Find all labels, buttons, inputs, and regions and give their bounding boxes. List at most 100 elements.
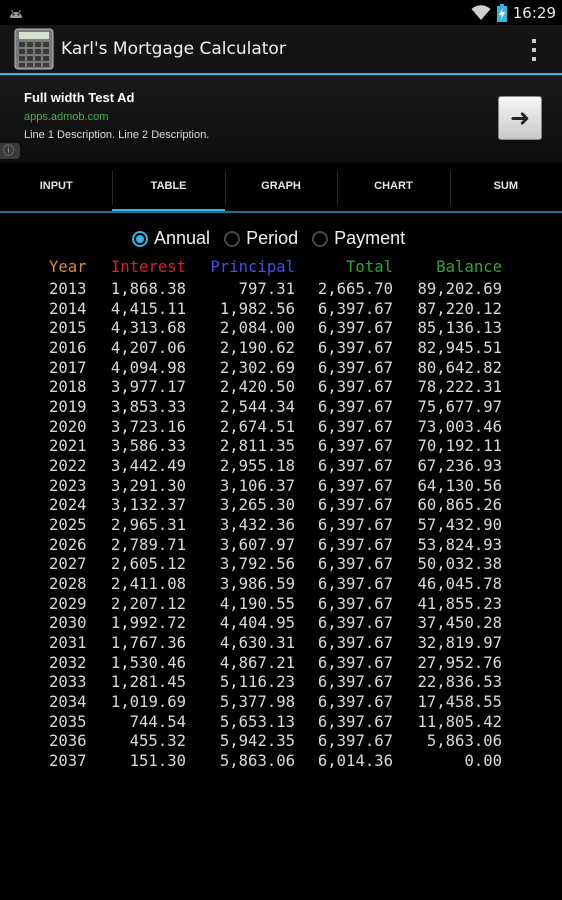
- tab-graph[interactable]: GRAPH: [224, 163, 337, 213]
- cell-interest: 3,723.16: [110, 417, 186, 436]
- wifi-icon: [471, 5, 491, 20]
- cell-balance: 73,003.46: [417, 417, 503, 436]
- cell-principal: 5,653.13: [219, 712, 295, 731]
- radio-label: Annual: [154, 228, 211, 248]
- cell-principal: 2,302.69: [219, 358, 295, 377]
- ad-title[interactable]: Full width Test Ad: [24, 90, 135, 105]
- cell-total: 6,397.67: [317, 535, 393, 554]
- cell-principal: 5,116.23: [219, 673, 295, 692]
- cell-balance: 87,220.12: [417, 299, 503, 318]
- tab-sum[interactable]: SUM: [449, 163, 562, 213]
- cell-year: 2033: [49, 673, 87, 692]
- cell-interest: 1,530.46: [110, 653, 186, 672]
- cell-balance: 5,863.06: [426, 732, 502, 751]
- cell-principal: 5,863.06: [219, 752, 295, 771]
- cell-year: 2016: [49, 339, 87, 358]
- cell-interest: 1,019.69: [110, 693, 186, 712]
- cell-balance: 60,865.26: [417, 496, 503, 515]
- cell-balance: 50,032.38: [417, 555, 503, 574]
- status-bar: 16:29: [0, 0, 562, 25]
- cell-principal: 2,084.00: [219, 319, 295, 338]
- cell-principal: 3,265.30: [219, 496, 295, 515]
- cell-balance: 0.00: [464, 752, 502, 771]
- cell-interest: 2,789.71: [110, 535, 186, 554]
- cell-total: 6,397.67: [317, 476, 393, 495]
- cell-interest: 744.54: [129, 712, 186, 731]
- cell-total: 6,014.36: [317, 752, 393, 771]
- cell-principal: 2,190.62: [219, 339, 295, 358]
- tab-input[interactable]: INPUT: [0, 163, 112, 213]
- tab-chart[interactable]: CHART: [337, 163, 449, 213]
- action-bar: Karl's Mortgage Calculator: [0, 25, 562, 73]
- header-total: Total: [346, 258, 393, 276]
- ad-arrow-button[interactable]: ➜: [498, 96, 542, 140]
- cell-interest: 4,094.98: [110, 358, 186, 377]
- cell-year: 2027: [49, 555, 87, 574]
- cell-total: 6,397.67: [317, 555, 393, 574]
- cell-year: 2026: [49, 535, 87, 554]
- cell-principal: 5,377.98: [219, 693, 295, 712]
- cell-interest: 2,605.12: [110, 555, 186, 574]
- overflow-menu-icon[interactable]: [532, 39, 538, 61]
- ad-url[interactable]: apps.admob.com: [24, 111, 108, 123]
- cell-total: 6,397.67: [317, 299, 393, 318]
- radio-payment[interactable]: Payment: [312, 228, 405, 249]
- cell-interest: 1,992.72: [110, 614, 186, 633]
- cell-total: 6,397.67: [317, 634, 393, 653]
- cell-balance: 27,952.76: [417, 653, 503, 672]
- cell-balance: 78,222.31: [417, 378, 503, 397]
- cell-year: 2034: [49, 693, 87, 712]
- app-title: Karl's Mortgage Calculator: [61, 39, 286, 59]
- cell-balance: 57,432.90: [417, 516, 503, 535]
- cell-year: 2013: [49, 280, 87, 298]
- cell-total: 6,397.67: [317, 496, 393, 515]
- radio-period[interactable]: Period: [224, 228, 298, 249]
- cell-total: 6,397.67: [317, 378, 393, 397]
- radio-unselected-icon: [224, 230, 241, 247]
- status-time: 16:29: [512, 4, 556, 22]
- cell-year: 2035: [49, 712, 87, 731]
- cell-year: 2020: [49, 417, 87, 436]
- tab-bar-divider: [0, 211, 562, 213]
- cell-total: 6,397.67: [317, 437, 393, 456]
- calculator-app-icon[interactable]: [14, 28, 54, 70]
- cell-year: 2014: [49, 299, 87, 318]
- cell-principal: 3,106.37: [219, 476, 295, 495]
- cell-balance: 53,824.93: [417, 535, 503, 554]
- cell-principal: 4,404.95: [219, 614, 295, 633]
- cell-total: 6,397.67: [317, 339, 393, 358]
- ad-info-icon[interactable]: ⓘ: [0, 143, 20, 159]
- cell-interest: 2,411.08: [110, 575, 186, 594]
- cell-year: 2024: [49, 496, 87, 515]
- cell-principal: 2,544.34: [219, 398, 295, 417]
- cell-interest: 3,132.37: [110, 496, 186, 515]
- radio-annual[interactable]: Annual: [132, 228, 210, 249]
- cell-year: 2029: [49, 594, 87, 613]
- ad-description: Line 1 Description. Line 2 Description.: [24, 129, 210, 141]
- cell-interest: 3,442.49: [110, 457, 186, 476]
- arrow-right-icon: ➜: [509, 104, 531, 132]
- header-year: Year: [49, 258, 87, 276]
- cell-balance: 89,202.69: [417, 280, 503, 298]
- cell-principal: 1,982.56: [219, 299, 295, 318]
- cell-interest: 2,965.31: [110, 516, 186, 535]
- cell-total: 6,397.67: [317, 398, 393, 417]
- radio-selected-icon: [132, 230, 148, 247]
- cell-balance: 17,458.55: [417, 693, 503, 712]
- cell-total: 6,397.67: [317, 614, 393, 633]
- cell-principal: 4,630.31: [219, 634, 295, 653]
- cell-interest: 1,767.36: [110, 634, 186, 653]
- ad-banner[interactable]: Full width Test Ad apps.admob.com Line 1…: [0, 75, 562, 163]
- header-principal: Principal: [210, 258, 296, 276]
- cell-balance: 41,855.23: [417, 594, 503, 613]
- cell-year: 2025: [49, 516, 87, 535]
- tab-bar: INPUT TABLE GRAPH CHART SUM: [0, 163, 562, 213]
- cell-interest: 151.30: [129, 752, 186, 771]
- cell-year: 2017: [49, 358, 87, 377]
- tab-table[interactable]: TABLE: [112, 163, 226, 213]
- cell-year: 2028: [49, 575, 87, 594]
- cell-total: 6,397.67: [317, 693, 393, 712]
- cell-interest: 1,281.45: [110, 673, 186, 692]
- cell-interest: 4,415.11: [110, 299, 186, 318]
- cell-year: 2022: [49, 457, 87, 476]
